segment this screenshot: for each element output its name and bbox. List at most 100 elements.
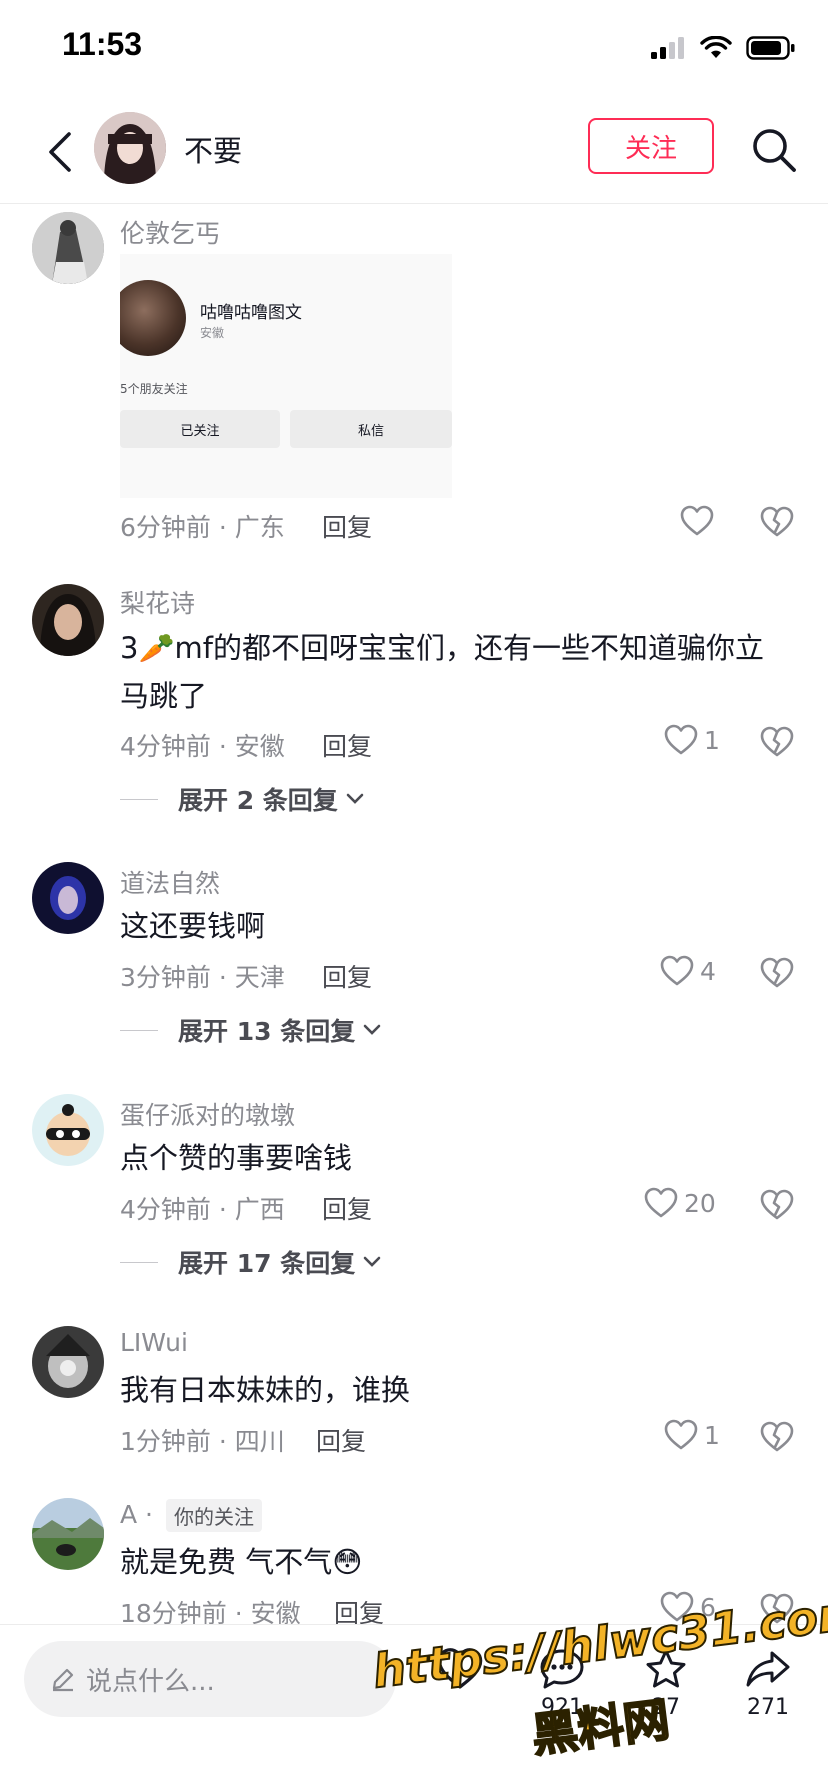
commenter-name[interactable]: LIWui [120, 1328, 188, 1357]
like-count: 4 [700, 956, 716, 986]
chevron-left-icon [49, 132, 71, 172]
commenter-name[interactable]: 伦敦乞丐 [120, 214, 220, 250]
screenshot-avatar [120, 280, 186, 356]
expand-replies-label: 展开 2 条回复 [178, 786, 338, 815]
like-button[interactable] [680, 505, 714, 537]
reply-button[interactable]: 回复 [322, 958, 372, 994]
reply-button[interactable]: 回复 [316, 1422, 366, 1458]
comment-text: 这还要钱啊 [120, 909, 266, 943]
back-button[interactable] [30, 122, 90, 182]
comment-text: 3🥕mf的都不回呀宝宝们，还有一些不知道骗你立马跳了 [120, 631, 765, 713]
like-button[interactable]: 1 [664, 1419, 720, 1451]
bottom-bar: 说点什么... 921 27 271 [0, 1624, 828, 1792]
commenter-avatar[interactable] [32, 862, 104, 934]
avatar-picture [32, 1326, 104, 1398]
comment-input[interactable]: 说点什么... [24, 1641, 396, 1717]
expand-replies[interactable]: 展开 2 条回复 [120, 781, 366, 817]
star-icon [646, 1649, 686, 1688]
dislike-icon[interactable] [760, 956, 794, 990]
chevron-down-icon [363, 1024, 381, 1035]
comment-text: 我有日本妹妹的，谁换 [120, 1373, 411, 1407]
like-button[interactable]: 20 [644, 1187, 716, 1219]
commenter-name[interactable]: 梨花诗 [120, 584, 195, 620]
comment-action-count: 921 [541, 1695, 583, 1720]
search-button[interactable] [746, 122, 802, 178]
favorite-action-count: 27 [652, 1695, 680, 1720]
commenter-name[interactable]: 道法自然 [120, 864, 220, 900]
header: 不要 关注 [0, 100, 828, 204]
expand-replies-label: 展开 13 条回复 [178, 1017, 356, 1046]
commenter-avatar[interactable] [32, 1326, 104, 1398]
chevron-down-icon [363, 1256, 381, 1267]
screenshot-account-location: 安徽 [200, 326, 225, 340]
comment-time-location: 3分钟前 · 天津 [120, 963, 285, 992]
dislike-icon[interactable] [760, 1592, 794, 1626]
dislike-icon[interactable] [760, 505, 794, 539]
comment-time-location: 4分钟前 · 安徽 [120, 732, 285, 761]
heart-icon [437, 1648, 483, 1689]
reply-button[interactable]: 回复 [322, 508, 372, 544]
heart-icon [644, 1187, 678, 1218]
reply-button[interactable]: 回复 [322, 727, 372, 763]
comment-time-location: 1分钟前 · 四川 [120, 1427, 285, 1456]
expand-divider [120, 1029, 158, 1031]
follow-button[interactable]: 关注 [588, 118, 714, 174]
share-action-count: 271 [747, 1695, 789, 1720]
favorite-action[interactable]: 27 [626, 1647, 706, 1720]
comment-action[interactable]: 921 [522, 1647, 602, 1720]
avatar-picture [32, 862, 104, 934]
comment-input-placeholder: 说点什么... [86, 1666, 215, 1697]
avatar-picture [32, 212, 104, 284]
user-avatar[interactable] [94, 112, 166, 184]
reply-button[interactable]: 回复 [322, 1190, 372, 1226]
commenter-name[interactable]: A · [120, 1500, 153, 1529]
like-button[interactable]: 6 [660, 1591, 716, 1623]
comment-text: 就是免费 气不气😳 [120, 1545, 363, 1579]
expand-replies[interactable]: 展开 13 条回复 [120, 1012, 383, 1048]
pencil-icon [52, 1668, 74, 1692]
commenter-avatar[interactable] [32, 1094, 104, 1166]
following-badge: 你的关注 [166, 1499, 262, 1532]
comment-text: 点个赞的事要啥钱 [120, 1141, 353, 1175]
like-action[interactable] [420, 1647, 500, 1695]
expand-divider [120, 798, 158, 800]
comment-image[interactable]: 咕噜咕噜图文 安徽 5个朋友关注 已关注 私信 [120, 254, 452, 498]
commenter-avatar[interactable] [32, 1498, 104, 1570]
avatar-picture [32, 1498, 104, 1570]
screenshot-friends-following: 5个朋友关注 [120, 382, 188, 396]
status-time: 11:53 [62, 26, 143, 62]
like-count: 20 [684, 1188, 716, 1218]
status-bar: 11:53 [0, 0, 828, 100]
dislike-icon[interactable] [760, 1420, 794, 1454]
wifi-icon [700, 36, 732, 58]
page-title: 不要 [184, 134, 243, 168]
avatar-picture [32, 1094, 104, 1166]
like-count: 1 [704, 1420, 720, 1450]
screenshot-message-button: 私信 [290, 410, 452, 448]
like-count: 1 [704, 725, 720, 755]
expand-divider [120, 1261, 158, 1263]
expand-replies[interactable]: 展开 17 条回复 [120, 1244, 383, 1280]
heart-icon [660, 1591, 694, 1622]
comment-time-location: 6分钟前 · 广东 [120, 513, 285, 542]
expand-replies-label: 展开 17 条回复 [178, 1249, 356, 1278]
comment-bubble-icon [540, 1649, 584, 1689]
commenter-name[interactable]: 蛋仔派对的墩墩 [120, 1096, 295, 1132]
like-button[interactable]: 1 [664, 724, 720, 756]
share-action[interactable]: 271 [728, 1647, 808, 1720]
screenshot-following-button: 已关注 [120, 410, 280, 448]
signal-icon [651, 37, 684, 59]
dislike-icon[interactable] [760, 725, 794, 759]
avatar-picture [32, 584, 104, 656]
like-count: 6 [700, 1592, 716, 1622]
heart-icon [660, 955, 694, 986]
like-button[interactable]: 4 [660, 955, 716, 987]
avatar-portrait [94, 112, 166, 184]
comment-time-location: 4分钟前 · 广西 [120, 1195, 285, 1224]
heart-icon [664, 1419, 698, 1450]
heart-icon [680, 505, 714, 536]
commenter-avatar[interactable] [32, 584, 104, 656]
battery-icon [746, 36, 795, 60]
dislike-icon[interactable] [760, 1188, 794, 1222]
commenter-avatar[interactable] [32, 212, 104, 284]
